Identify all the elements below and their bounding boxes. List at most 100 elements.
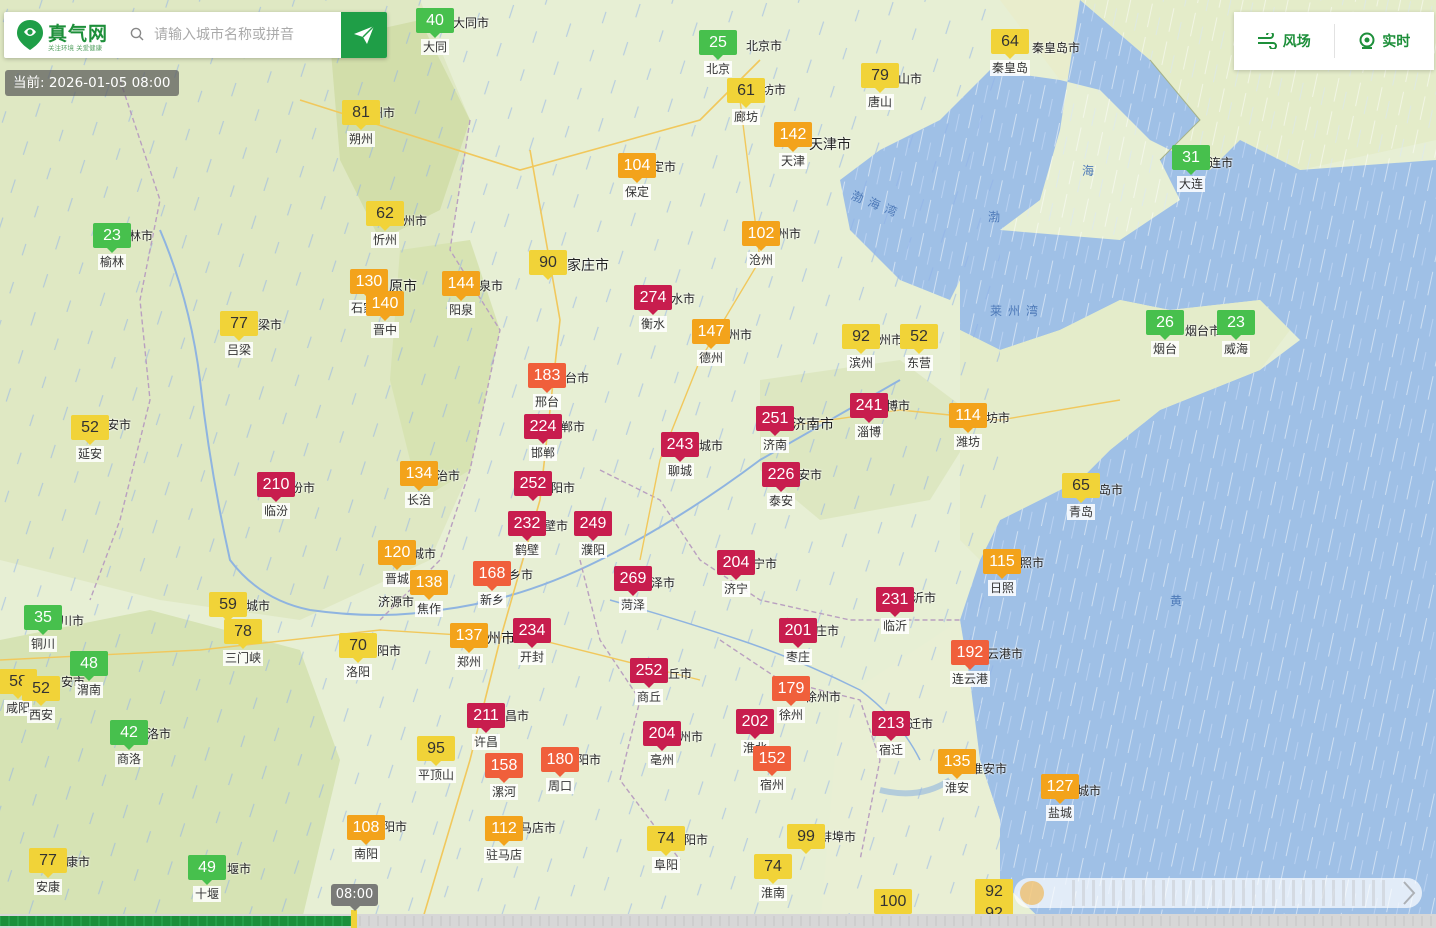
aqi-marker[interactable]: 252 商丘 [630,658,668,705]
aqi-marker[interactable]: 92 滨州 [842,324,880,371]
aqi-value: 114 [949,403,987,433]
aqi-marker[interactable]: 59 [209,592,247,622]
city-name: 德州 [696,350,725,366]
wind-field-button[interactable]: 风场 [1234,12,1334,70]
aqi-marker[interactable]: 134 长治 [400,461,438,508]
aqi-marker[interactable]: 74 阜阳 [647,826,685,873]
aqi-marker[interactable]: 241 淄博 [850,393,888,440]
aqi-marker[interactable]: 25 北京 [699,30,737,77]
city-label: 秦皇岛市 [1032,41,1081,55]
aqi-marker[interactable]: 104 保定 [618,153,656,200]
aqi-marker[interactable]: 158 漯河 [485,753,523,800]
aqi-marker[interactable]: 112 驻马店 [483,816,525,863]
aqi-marker[interactable]: 192 连云港 [949,640,991,687]
aqi-marker[interactable]: 232 鹤壁 [508,511,546,558]
search-submit-button[interactable] [341,12,387,58]
aqi-marker[interactable]: 40 大同 [416,8,454,55]
aqi-marker[interactable]: 234 开封 [513,618,551,665]
aqi-marker[interactable]: 90 [529,250,567,280]
aqi-marker[interactable]: 137 郑州 [450,623,488,670]
aqi-marker[interactable]: 102 沧州 [742,221,780,268]
aqi-marker[interactable]: 23 威海 [1217,310,1255,357]
aqi-marker[interactable]: 79 唐山 [861,63,899,110]
aqi-value: 52 [71,415,109,445]
city-name: 衡水 [638,316,667,332]
aqi-value: 192 [950,640,989,670]
aqi-value: 202 [736,709,774,739]
aqi-marker[interactable]: 95 平顶山 [415,736,457,783]
timeline-handle[interactable] [351,910,357,928]
aqi-marker[interactable]: 100 [874,889,912,919]
aqi-marker[interactable]: 224 邯郸 [524,414,562,461]
aqi-marker[interactable]: 127 盐城 [1041,774,1079,821]
aqi-marker[interactable]: 243 聊城 [661,432,699,479]
aqi-value: 95 [416,736,455,766]
aqi-marker[interactable]: 210 临汾 [257,472,295,519]
aqi-marker[interactable]: 77 安康 [29,848,67,895]
aqi-marker[interactable]: 251 济南 [756,406,794,453]
aqi-marker[interactable]: 23 榆林 [93,223,131,270]
aqi-marker[interactable]: 77 吕梁 [220,311,258,358]
aqi-marker[interactable]: 114 潍坊 [949,403,987,450]
aqi-marker[interactable]: 62 忻州 [366,201,404,248]
aqi-marker[interactable]: 74 淮南 [754,854,792,901]
aqi-marker[interactable]: 183 邢台 [528,363,566,410]
aqi-marker[interactable]: 26 烟台 [1146,310,1184,357]
aqi-marker[interactable]: 61 廊坊 [727,78,765,125]
aqi-marker[interactable]: 152 宿州 [753,746,791,793]
city-label: 照市 [1020,556,1045,570]
aqi-marker[interactable]: 252 [514,471,552,501]
aqi-marker[interactable]: 52 延安 [71,415,109,462]
aqi-value: 249 [574,511,612,541]
aqi-marker[interactable]: 142 天津 [774,122,812,169]
aqi-marker[interactable]: 144 阳泉 [442,271,480,318]
aqi-marker[interactable]: 52 西安 [22,676,60,723]
logo[interactable]: 真气网 关注环境 关爱健康 [14,18,122,52]
aqi-marker[interactable]: 269 菏泽 [614,566,652,613]
timeline-track[interactable] [0,914,1436,928]
city-name: 郑州 [454,654,483,670]
aqi-marker[interactable]: 168 新乡 [473,561,511,608]
aqi-value: 210 [257,472,295,502]
aqi-marker[interactable]: 42 商洛 [110,720,148,767]
aqi-marker[interactable]: 226 泰安 [762,462,800,509]
aqi-marker[interactable]: 49 十堰 [188,855,226,902]
aqi-marker[interactable]: 204 亳州 [643,721,681,768]
aqi-marker[interactable]: 201 枣庄 [779,618,817,665]
aqi-marker[interactable]: 70 洛阳 [339,633,377,680]
aqi-marker[interactable]: 81 朔州 [342,100,380,147]
realtime-button[interactable]: 实时 [1335,12,1435,70]
aqi-marker[interactable]: 204 济宁 [717,550,755,597]
aqi-marker[interactable]: 213 宿迁 [872,711,910,758]
aqi-value: 65 [1062,473,1100,503]
aqi-marker[interactable]: 140 晋中 [366,291,404,338]
aqi-marker[interactable]: 108 南阳 [347,815,385,862]
sea-label: 莱州湾 [990,304,1045,318]
aqi-marker[interactable]: 35 铜川 [24,605,62,652]
aqi-marker[interactable]: 274 衡水 [634,285,672,332]
aqi-marker[interactable]: 115 日照 [983,549,1021,596]
aqi-marker[interactable]: 65 青岛 [1062,473,1100,520]
aqi-value: 81 [342,100,380,130]
aqi-marker[interactable]: 249 濮阳 [574,511,612,558]
aqi-value: 224 [524,414,562,444]
aqi-marker[interactable]: 211 许昌 [467,703,505,750]
search-bar: 真气网 关注环境 关爱健康 [4,12,387,58]
aqi-value: 62 [366,201,404,231]
map-canvas[interactable]: 渤海湾 渤 海 莱州湾 黄 大同市 北京市 秦皇岛市 坊市 山市 州市 天津市 … [0,0,1436,928]
aqi-marker[interactable]: 180 周口 [541,747,579,794]
aqi-marker[interactable]: 138 焦作 [410,570,448,617]
aqi-marker[interactable]: 231 临沂 [876,587,914,634]
aqi-marker[interactable]: 64 秦皇岛 [989,29,1031,76]
aqi-marker[interactable]: 147 德州 [692,319,730,366]
aqi-value: 115 [983,549,1021,579]
aqi-marker[interactable]: 78 三门峡 [222,619,264,666]
search-input[interactable] [152,20,341,50]
aqi-marker[interactable]: 135 淮安 [938,749,976,796]
aqi-marker[interactable]: 48 渭南 [70,651,108,698]
aqi-marker[interactable]: 31 大连 [1172,145,1210,192]
aqi-marker[interactable]: 179 徐州 [772,676,810,723]
aqi-marker[interactable]: 52 东营 [900,324,938,371]
aqi-marker[interactable]: 99 [787,824,825,854]
playback-control[interactable] [1012,874,1424,912]
